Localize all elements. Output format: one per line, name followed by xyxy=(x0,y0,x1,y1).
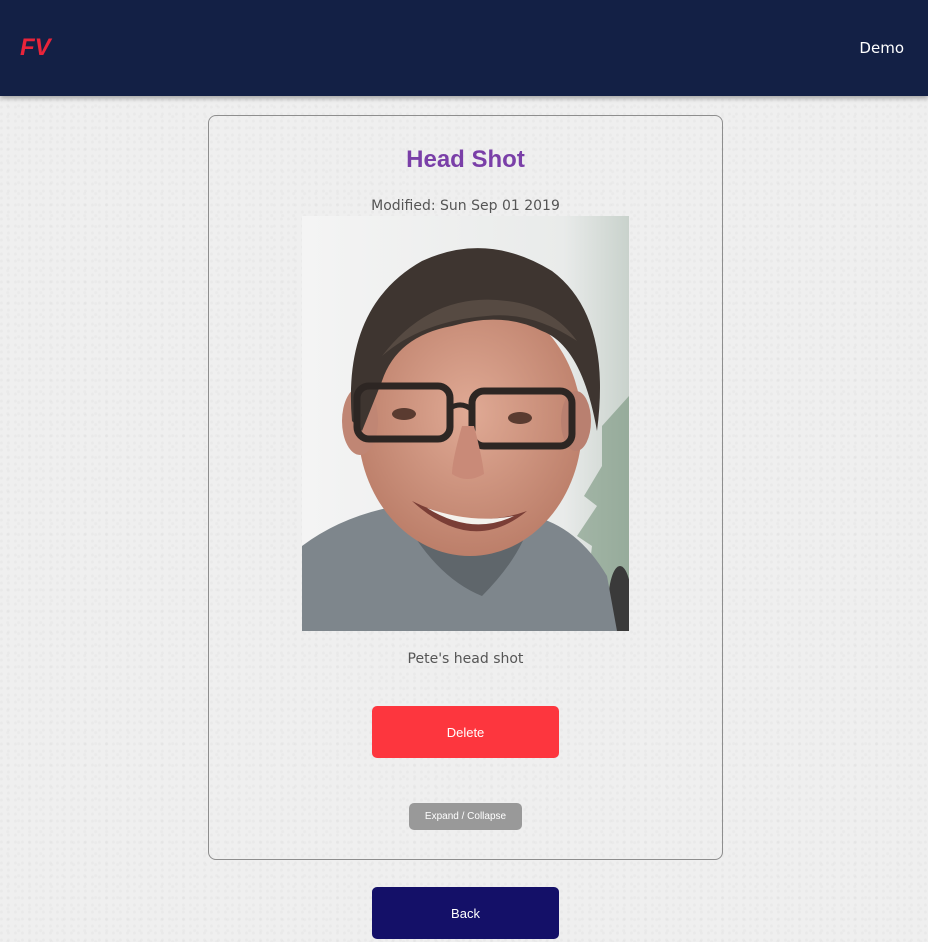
photo-caption: Pete's head shot xyxy=(407,651,524,667)
document-card: Head Shot Modified: Sun Sep 01 2019 Pete… xyxy=(208,115,723,860)
portrait-image xyxy=(302,216,629,631)
document-title: Head Shot xyxy=(406,146,525,173)
modified-date: Modified: Sun Sep 01 2019 xyxy=(371,198,560,214)
expand-collapse-button[interactable]: Expand / Collapse xyxy=(409,803,522,830)
fv-logo-icon[interactable]: FV xyxy=(20,32,58,60)
top-navbar: FV Demo xyxy=(0,0,928,96)
delete-button[interactable]: Delete xyxy=(372,706,559,758)
user-menu-link[interactable]: Demo xyxy=(859,38,904,58)
logo-text: FV xyxy=(20,34,53,60)
back-button[interactable]: Back xyxy=(372,887,559,939)
head-shot-photo xyxy=(302,216,629,631)
